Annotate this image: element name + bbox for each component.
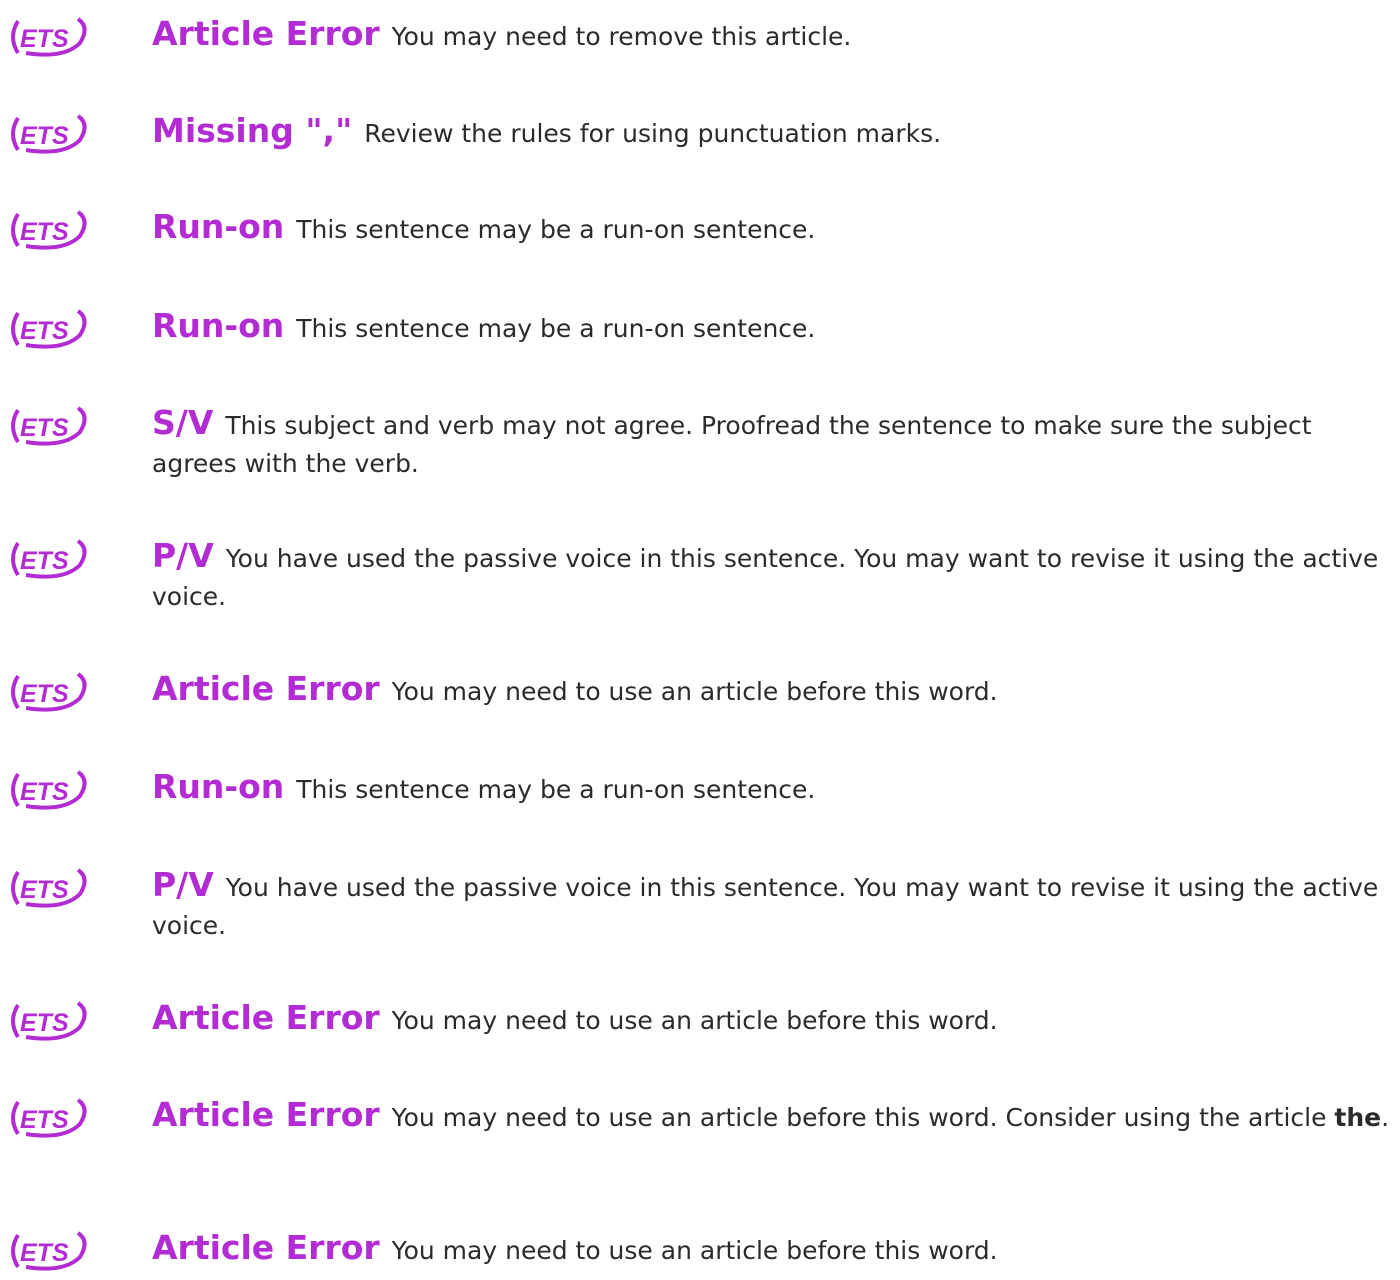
feedback-tag[interactable]: S/V	[152, 403, 213, 442]
ets-logo-icon: ETS	[11, 1001, 87, 1041]
feedback-description: This sentence may be a run-on sentence.	[296, 775, 816, 804]
feedback-tag[interactable]: P/V	[152, 865, 214, 904]
ets-logo-icon: ETS	[11, 539, 87, 579]
feedback-tag[interactable]: Article Error	[152, 14, 380, 53]
feedback-description: This sentence may be a run-on sentence.	[296, 314, 816, 343]
feedback-description: You may need to use an article before th…	[391, 1236, 998, 1265]
feedback-description: You have used the passive voice in this …	[152, 873, 1379, 940]
svg-text:ETS: ETS	[20, 778, 69, 806]
feedback-text: P/V You have used the passive voice in t…	[152, 537, 1394, 616]
feedback-tag[interactable]: P/V	[152, 536, 214, 575]
svg-text:ETS: ETS	[20, 1009, 69, 1037]
feedback-description: Review the rules for using punctuation m…	[364, 119, 942, 148]
feedback-text: Run-on This sentence may be a run-on sen…	[152, 307, 1394, 348]
feedback-tag[interactable]: Article Error	[152, 1095, 380, 1134]
feedback-list: ETS Article Error You may need to remove…	[0, 0, 1400, 1280]
suggested-article: the	[1334, 1103, 1382, 1132]
feedback-description: This sentence may be a run-on sentence.	[296, 215, 816, 244]
feedback-description: You may need to remove this article.	[391, 22, 852, 51]
ets-logo-icon: ETS	[11, 309, 87, 349]
feedback-text: S/V This subject and verb may not agree.…	[152, 404, 1394, 483]
feedback-tag[interactable]: Article Error	[152, 998, 380, 1037]
ets-logo-icon: ETS	[11, 770, 87, 810]
feedback-text: Article Error You may need to use an art…	[152, 1229, 1394, 1270]
feedback-tag[interactable]: Run-on	[152, 306, 284, 345]
ets-logo-icon: ETS	[11, 210, 87, 250]
feedback-description: This subject and verb may not agree. Pro…	[152, 411, 1312, 478]
svg-text:ETS: ETS	[20, 876, 69, 904]
feedback-description: You may need to use an article before th…	[391, 677, 998, 706]
feedback-tag[interactable]: Run-on	[152, 207, 284, 246]
svg-text:ETS: ETS	[20, 122, 69, 150]
ets-logo-icon: ETS	[11, 406, 87, 446]
feedback-suffix: .	[1381, 1103, 1390, 1132]
ets-logo-icon: ETS	[11, 114, 87, 154]
feedback-text: Missing "," Review the rules for using p…	[152, 112, 1394, 153]
svg-text:ETS: ETS	[20, 547, 69, 575]
feedback-tag[interactable]: Article Error	[152, 669, 380, 708]
ets-logo-icon: ETS	[11, 1231, 87, 1271]
feedback-text: P/V You have used the passive voice in t…	[152, 866, 1394, 945]
ets-logo-icon: ETS	[11, 868, 87, 908]
feedback-description: You may need to use an article before th…	[391, 1103, 1327, 1132]
svg-text:ETS: ETS	[20, 317, 69, 345]
svg-text:ETS: ETS	[20, 25, 69, 53]
feedback-tag[interactable]: Missing ","	[152, 111, 352, 150]
svg-text:ETS: ETS	[20, 414, 69, 442]
feedback-tag[interactable]: Article Error	[152, 1228, 380, 1267]
feedback-text: Article Error You may need to use an art…	[152, 1096, 1394, 1137]
feedback-text: Article Error You may need to use an art…	[152, 999, 1394, 1040]
svg-text:ETS: ETS	[20, 218, 69, 246]
svg-text:ETS: ETS	[20, 1106, 69, 1134]
svg-text:ETS: ETS	[20, 1239, 69, 1267]
feedback-text: Run-on This sentence may be a run-on sen…	[152, 768, 1394, 809]
feedback-description: You may need to use an article before th…	[391, 1006, 998, 1035]
feedback-tag[interactable]: Run-on	[152, 767, 284, 806]
ets-logo-icon: ETS	[11, 17, 87, 57]
feedback-text: Article Error You may need to use an art…	[152, 670, 1394, 711]
feedback-description: You have used the passive voice in this …	[152, 544, 1379, 611]
ets-logo-icon: ETS	[11, 1098, 87, 1138]
feedback-text: Run-on This sentence may be a run-on sen…	[152, 208, 1394, 249]
feedback-text: Article Error You may need to remove thi…	[152, 15, 1394, 56]
svg-text:ETS: ETS	[20, 680, 69, 708]
ets-logo-icon: ETS	[11, 672, 87, 712]
